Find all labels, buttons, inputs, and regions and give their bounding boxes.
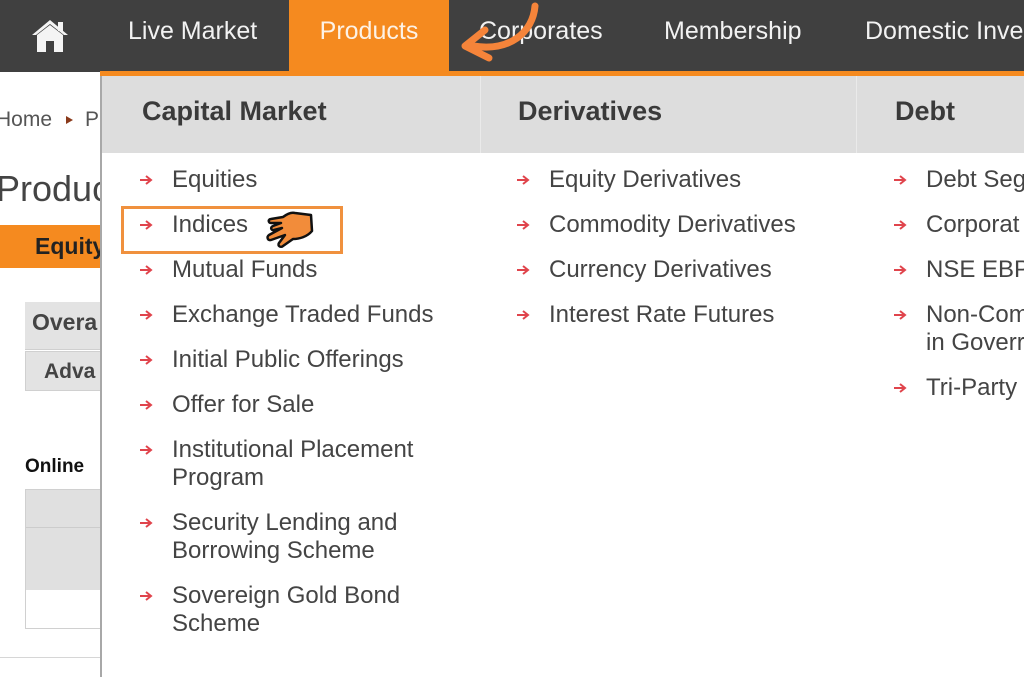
arrow-right-icon bbox=[140, 265, 153, 275]
tab-overall[interactable]: Overa bbox=[25, 302, 100, 350]
menu-item-label: Initial Public Offerings bbox=[172, 346, 404, 373]
derivatives-list: Equity Derivatives Commodity Derivatives… bbox=[517, 166, 796, 346]
menu-item-label: Mutual Funds bbox=[172, 256, 318, 283]
menu-item-label: Institutional Placement Program bbox=[172, 436, 414, 491]
menu-item-label: Currency Derivatives bbox=[549, 256, 772, 283]
menu-item-currency-derivatives[interactable]: Currency Derivatives bbox=[517, 256, 796, 284]
arrow-right-icon bbox=[140, 310, 153, 320]
menu-item-ipo[interactable]: Initial Public Offerings bbox=[140, 346, 434, 374]
breadcrumb-products[interactable]: P bbox=[85, 108, 99, 131]
online-table bbox=[25, 489, 100, 629]
menu-item-institutional-placement[interactable]: Institutional Placement Program bbox=[140, 436, 434, 492]
menu-item-interest-rate-futures[interactable]: Interest Rate Futures bbox=[517, 301, 796, 329]
arrow-right-icon bbox=[517, 265, 530, 275]
nav-corporates[interactable]: Corporates bbox=[479, 0, 603, 72]
page-title: Produc bbox=[0, 168, 111, 209]
home-icon bbox=[32, 20, 68, 52]
arrow-right-icon bbox=[894, 265, 907, 275]
menu-item-label: NSE EBP bbox=[926, 256, 1024, 283]
arrow-right-icon bbox=[517, 310, 530, 320]
menu-item-corporate-bonds[interactable]: Corporat bbox=[894, 211, 1024, 239]
nav-products[interactable]: Products bbox=[289, 0, 449, 72]
menu-item-equities[interactable]: Equities bbox=[140, 166, 434, 194]
menu-item-label: Commodity Derivatives bbox=[549, 211, 796, 238]
tab-equity[interactable]: Equity bbox=[0, 225, 100, 268]
table-row bbox=[26, 528, 100, 590]
online-section-label: Online bbox=[25, 456, 85, 477]
column-title-capital-market[interactable]: Capital Market bbox=[142, 96, 327, 127]
arrow-right-icon bbox=[140, 518, 153, 528]
menu-item-label: Sovereign Gold Bond Scheme bbox=[172, 582, 401, 637]
menu-item-offer-for-sale[interactable]: Offer for Sale bbox=[140, 391, 434, 419]
arrow-right-icon bbox=[894, 383, 907, 393]
mega-menu-header: Capital Market Derivatives Debt bbox=[102, 76, 1024, 153]
menu-item-etf[interactable]: Exchange Traded Funds bbox=[140, 301, 434, 329]
arrow-right-icon bbox=[517, 175, 530, 185]
menu-item-commodity-derivatives[interactable]: Commodity Derivatives bbox=[517, 211, 796, 239]
menu-item-nse-ebp[interactable]: NSE EBP bbox=[894, 256, 1024, 284]
menu-item-label: Non-Com in Goverr bbox=[926, 301, 1024, 356]
breadcrumb-home[interactable]: Home bbox=[0, 108, 52, 131]
column-divider bbox=[856, 76, 857, 153]
pointing-hand-icon bbox=[266, 211, 314, 249]
nav-domestic-investors[interactable]: Domestic Inve bbox=[865, 0, 1023, 72]
column-divider bbox=[480, 76, 481, 153]
tab-advanced[interactable]: Adva bbox=[25, 351, 100, 391]
nav-membership[interactable]: Membership bbox=[664, 0, 802, 72]
menu-item-label: Tri-Party bbox=[926, 374, 1018, 401]
menu-item-equity-derivatives[interactable]: Equity Derivatives bbox=[517, 166, 796, 194]
menu-item-tri-party-repo[interactable]: Tri-Party bbox=[894, 374, 1024, 402]
column-title-derivatives[interactable]: Derivatives bbox=[518, 96, 662, 127]
menu-item-debt-segment[interactable]: Debt Seg bbox=[894, 166, 1024, 194]
arrow-right-icon bbox=[140, 400, 153, 410]
home-button[interactable] bbox=[0, 0, 100, 72]
menu-item-label: Offer for Sale bbox=[172, 391, 315, 418]
table-row bbox=[26, 490, 100, 528]
arrow-right-icon bbox=[894, 175, 907, 185]
table-row bbox=[26, 590, 100, 628]
menu-item-label: Debt Seg bbox=[926, 166, 1024, 193]
debt-list: Debt Seg Corporat NSE EBP Non-Com in Gov… bbox=[894, 166, 1024, 419]
arrow-right-icon bbox=[140, 355, 153, 365]
arrow-right-icon bbox=[894, 310, 907, 320]
arrow-right-icon bbox=[517, 220, 530, 230]
menu-item-sovereign-gold-bond[interactable]: Sovereign Gold Bond Scheme bbox=[140, 582, 434, 638]
menu-item-label: Exchange Traded Funds bbox=[172, 301, 434, 328]
divider bbox=[0, 657, 100, 658]
products-mega-menu: Capital Market Derivatives Debt Equities… bbox=[100, 76, 1024, 677]
nav-live-market[interactable]: Live Market bbox=[128, 0, 257, 72]
menu-item-mutual-funds[interactable]: Mutual Funds bbox=[140, 256, 434, 284]
menu-item-label: Equity Derivatives bbox=[549, 166, 742, 193]
breadcrumb-separator-icon bbox=[66, 116, 74, 125]
arrow-right-icon bbox=[140, 445, 153, 455]
breadcrumb: Home P bbox=[0, 108, 99, 132]
menu-item-non-competitive-bidding[interactable]: Non-Com in Goverr bbox=[894, 301, 1024, 357]
menu-item-label: Security Lending and Borrowing Scheme bbox=[172, 509, 398, 564]
arrow-right-icon bbox=[894, 220, 907, 230]
menu-item-label: Interest Rate Futures bbox=[549, 301, 775, 328]
menu-item-securities-lending[interactable]: Security Lending and Borrowing Scheme bbox=[140, 509, 434, 565]
top-navigation: Live Market Products Corporates Membersh… bbox=[0, 0, 1024, 72]
column-title-debt[interactable]: Debt bbox=[895, 96, 955, 127]
arrow-right-icon bbox=[140, 591, 153, 601]
arrow-right-icon bbox=[140, 175, 153, 185]
menu-item-label: Corporat bbox=[926, 211, 1020, 238]
menu-item-label: Equities bbox=[172, 166, 258, 193]
